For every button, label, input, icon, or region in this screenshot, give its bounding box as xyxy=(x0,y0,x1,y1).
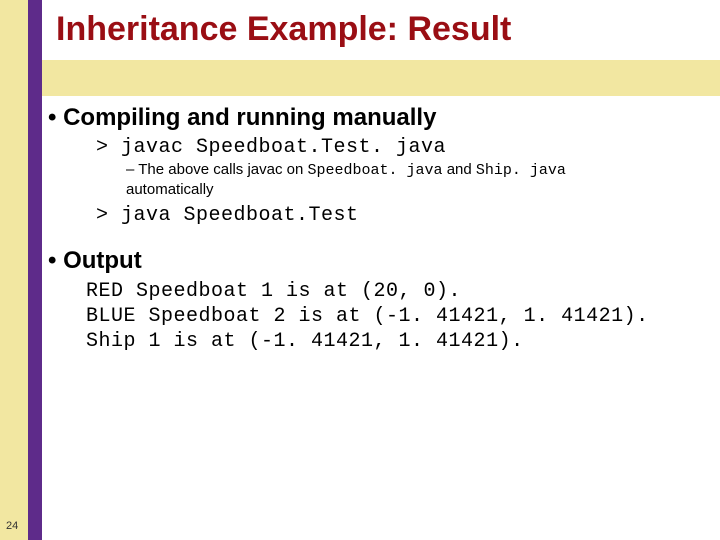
compile-command: > javac Speedboat.Test. java xyxy=(96,136,708,159)
section1-heading: Compiling and running manually xyxy=(48,104,708,132)
output-text: RED Speedboat 1 is at (20, 0). BLUE Spee… xyxy=(86,279,708,354)
note-code1: Speedboat. java xyxy=(308,162,443,179)
note-prefix: – The above calls javac on xyxy=(126,161,308,178)
note-suffix: automatically xyxy=(126,181,214,198)
note-code2: Ship. java xyxy=(476,162,566,179)
compile-note: – The above calls javac on Speedboat. ja… xyxy=(126,161,708,200)
slide-title: Inheritance Example: Result xyxy=(56,10,511,49)
left-purple-stripe xyxy=(28,0,42,540)
page-number: 24 xyxy=(6,520,18,532)
slide-content: Compiling and running manually > javac S… xyxy=(48,104,708,354)
note-mid: and xyxy=(443,161,476,178)
title-band xyxy=(42,60,720,96)
section2-heading: Output xyxy=(48,247,708,275)
run-command: > java Speedboat.Test xyxy=(96,204,708,227)
